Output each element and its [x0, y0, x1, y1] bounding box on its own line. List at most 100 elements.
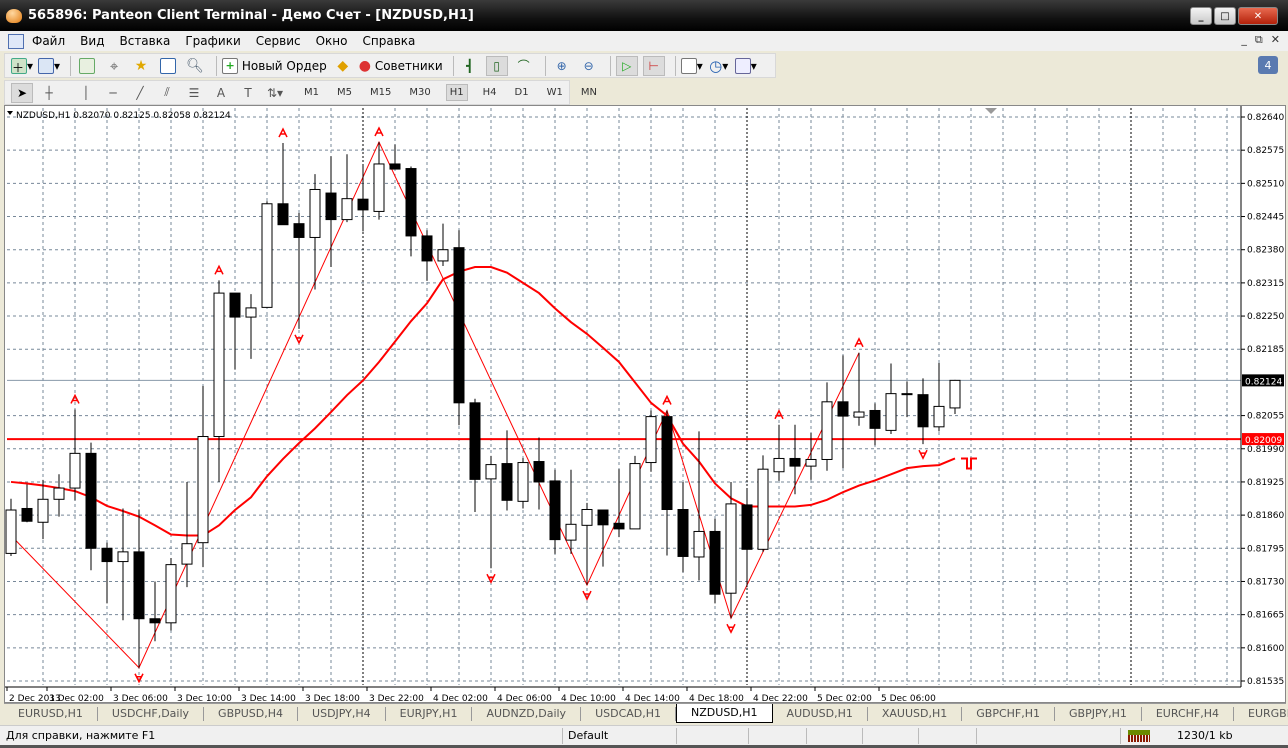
candle-body	[101, 547, 113, 563]
menu-charts[interactable]: Графики	[185, 34, 240, 48]
timeframe-h4[interactable]: H4	[480, 85, 500, 100]
profiles-button[interactable]: ▾	[38, 56, 60, 76]
vertical-line-tool[interactable]: │	[75, 83, 97, 103]
menu-view[interactable]: Вид	[80, 34, 104, 48]
candle-body	[149, 618, 161, 624]
chart-tab[interactable]: USDJPY,H4	[298, 706, 386, 721]
timeframe-h1[interactable]: H1	[445, 84, 468, 101]
chart-tab[interactable]: EURGBP,H4	[1234, 707, 1288, 721]
candle	[101, 542, 113, 604]
close-button[interactable]: ✕	[1238, 7, 1278, 25]
timeframe-m15[interactable]: M15	[367, 85, 394, 100]
zoom-in-button[interactable]: ⊕	[551, 56, 573, 76]
chart-tab[interactable]: AUDUSD,H1	[773, 706, 868, 721]
line-chart-button[interactable]: ⌒	[513, 56, 535, 76]
y-tick-label: 0.81730	[1247, 577, 1284, 587]
candle	[85, 442, 97, 571]
menu-insert[interactable]: Вставка	[119, 34, 170, 48]
arrows-tool[interactable]: ⇅▾	[264, 83, 286, 103]
mdi-restore-button[interactable]: ⧉	[1255, 33, 1263, 47]
expert-advisors-button[interactable]: ● Советники	[359, 56, 443, 76]
status-help-text: Для справки, нажмите F1	[6, 729, 156, 742]
fibonacci-icon: ☰	[188, 85, 200, 100]
autoscroll-button[interactable]: ▷	[615, 55, 638, 76]
chart-tab[interactable]: EURUSD,H1	[4, 706, 98, 721]
chart-window-icon[interactable]	[8, 33, 24, 49]
candle	[709, 518, 721, 604]
y-tick-label: 0.81665	[1247, 611, 1284, 621]
periods-button[interactable]: ◷ ▾	[708, 56, 730, 76]
market-watch-button[interactable]	[76, 56, 98, 76]
chart-tab[interactable]: GBPUSD,H4	[204, 706, 299, 721]
menu-window[interactable]: Окно	[316, 34, 348, 48]
zoom-in-icon: ⊕	[556, 58, 567, 73]
chart-shift-button[interactable]: ⊢	[642, 55, 665, 76]
timeframe-w1[interactable]: W1	[544, 85, 566, 100]
candle	[325, 156, 337, 268]
cursor-tool[interactable]: ➤	[11, 82, 33, 103]
chart-tab[interactable]: USDCHF,Daily	[98, 706, 205, 721]
timeframe-m1[interactable]: M1	[301, 85, 322, 100]
strategy-tester-button[interactable]: 🔍︎	[184, 56, 206, 76]
candle-body	[837, 401, 849, 417]
chart-tab[interactable]: EURCHF,H4	[1142, 706, 1234, 721]
minimize-button[interactable]: _	[1190, 7, 1212, 25]
text-icon: A	[216, 85, 226, 100]
chart-tab[interactable]: EURJPY,H1	[386, 706, 473, 721]
chart-window[interactable]: 0.82640 0.82575 0.82510 0.82445 0.82380 0.823…	[4, 105, 1286, 703]
text-tool[interactable]: A	[210, 83, 232, 103]
new-chart-button[interactable]: ＋ ▾	[11, 56, 33, 76]
price-chart[interactable]: 0.82640 0.82575 0.82510 0.82445 0.82380 0.823…	[5, 106, 1285, 702]
menu-help[interactable]: Справка	[363, 34, 416, 48]
notifications-button[interactable]: 4	[1258, 56, 1278, 74]
chart-tab[interactable]: AUDNZD,Daily	[472, 706, 582, 721]
candle-body	[277, 203, 289, 226]
connection-status-icon[interactable]	[1128, 730, 1150, 742]
candle	[341, 154, 353, 223]
chart-tab[interactable]: NZDUSD,H1	[676, 704, 773, 723]
candle	[837, 355, 849, 469]
new-order-button[interactable]: + Новый Ордер	[222, 56, 327, 76]
zoom-out-button[interactable]: ⊖	[578, 56, 600, 76]
terminal-icon	[160, 57, 177, 74]
magnifier-icon: 🔍︎	[186, 57, 204, 74]
bar-chart-button[interactable]: ┫	[459, 56, 481, 76]
candle	[37, 479, 49, 540]
mdi-minimize-button[interactable]: _	[1241, 33, 1247, 47]
timeframe-m5[interactable]: M5	[334, 85, 355, 100]
crosshair-tool[interactable]: ┼	[38, 83, 60, 103]
horizontal-line-tool[interactable]: ─	[102, 83, 124, 103]
chart-tab[interactable]: GBPCHF,H1	[962, 706, 1056, 721]
candlestick-button[interactable]: ▯	[485, 55, 508, 76]
label-tool[interactable]: T	[237, 83, 259, 103]
fractal-up-arrow-icon	[662, 394, 672, 405]
fractal-down-arrow-icon	[726, 623, 736, 634]
templates-button[interactable]: ▾	[734, 56, 757, 76]
equidistant-channel-tool[interactable]: ⫽	[156, 83, 178, 103]
timeframe-m30[interactable]: M30	[406, 85, 433, 100]
timeframe-d1[interactable]: D1	[512, 85, 532, 100]
chart-tab[interactable]: USDCAD,H1	[581, 706, 677, 721]
candle	[421, 230, 433, 281]
cursor-icon: ➤	[16, 85, 28, 100]
terminal-button[interactable]	[157, 56, 179, 76]
trendline-tool[interactable]: ╱	[129, 83, 151, 103]
navigator-button[interactable]: ★	[130, 56, 152, 76]
chart-tab[interactable]: XAUUSD,H1	[868, 706, 963, 721]
alert-button[interactable]: ◆	[332, 56, 354, 76]
menu-file[interactable]: Файл	[32, 34, 65, 48]
candle-body	[677, 509, 689, 557]
chart-tabs: EURUSD,H1 USDCHF,Daily GBPUSD,H4 USDJPY,H4 E…	[4, 703, 1288, 723]
data-window-button[interactable]: ⌖	[103, 56, 125, 76]
timeframe-mn[interactable]: MN	[578, 85, 600, 100]
y-tick-label: 0.81535	[1247, 677, 1284, 687]
fibonacci-tool[interactable]: ☰	[183, 83, 205, 103]
mdi-close-button[interactable]: ✕	[1271, 33, 1280, 47]
indicators-button[interactable]: ▾	[680, 56, 703, 76]
chart-tab[interactable]: GBPJPY,H1	[1055, 706, 1142, 721]
candle	[661, 410, 673, 556]
candle	[69, 409, 81, 501]
menu-tools[interactable]: Сервис	[256, 34, 301, 48]
new-order-label: Новый Ордер	[241, 58, 327, 73]
maximize-button[interactable]: □	[1214, 7, 1236, 25]
